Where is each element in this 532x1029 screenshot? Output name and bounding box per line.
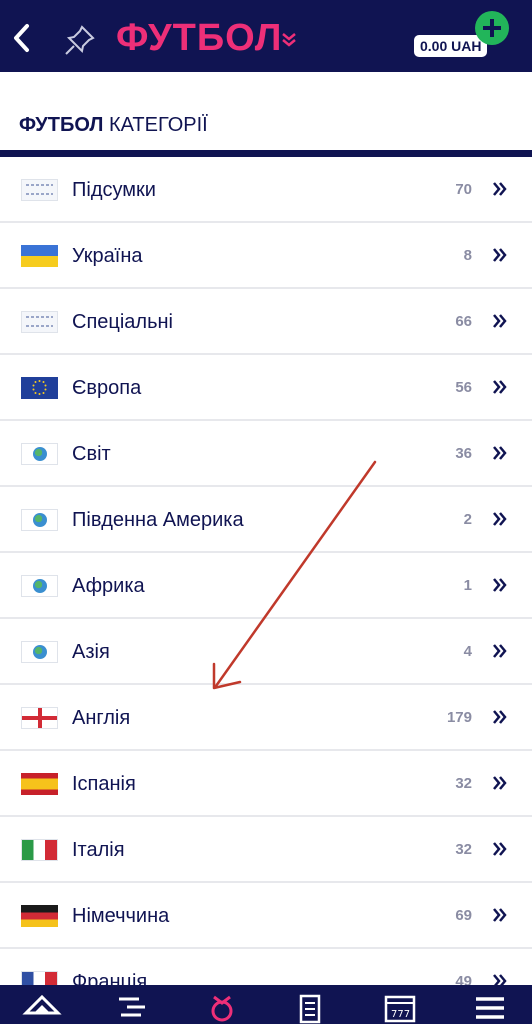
category-list[interactable]: Підсумки 70 Україна 8 Спеціальні 66 Євро… <box>0 157 532 985</box>
back-button[interactable] <box>8 18 38 58</box>
category-row[interactable]: Світ 36 <box>0 421 532 487</box>
chevron-left-icon <box>14 24 29 52</box>
nav-menu[interactable] <box>470 991 510 1024</box>
category-count: 4 <box>463 643 472 660</box>
category-count: 56 <box>455 379 472 396</box>
nav-betslip[interactable] <box>290 991 330 1024</box>
category-count: 1 <box>463 577 472 594</box>
pin-button[interactable] <box>62 22 98 58</box>
double-chevron-right-icon <box>493 446 507 460</box>
category-name: Англія <box>72 707 131 729</box>
category-name: Спеціальні <box>72 311 173 333</box>
double-chevron-right-icon <box>493 578 507 592</box>
globe-icon <box>21 641 58 663</box>
double-chevron-right-icon <box>493 314 507 328</box>
category-count: 66 <box>455 313 472 330</box>
bottom-nav: 777 <box>0 985 532 1024</box>
category-name: Азія <box>72 641 110 663</box>
eu-flag-icon <box>21 377 58 399</box>
category-row[interactable]: Азія 4 <box>0 619 532 685</box>
double-chevron-right-icon <box>493 380 507 394</box>
category-name: Італія <box>72 839 125 861</box>
globe-icon <box>21 575 58 597</box>
category-count: 36 <box>455 445 472 462</box>
ukraine-flag-icon <box>21 245 58 267</box>
double-chevron-right-icon <box>493 842 507 856</box>
category-name: Іспанія <box>72 773 136 795</box>
double-chevron-right-icon <box>493 182 507 196</box>
category-row[interactable]: Європа 56 <box>0 355 532 421</box>
category-row[interactable]: Україна 8 <box>0 223 532 289</box>
section-title-rest: КАТЕГОРІЇ <box>109 114 208 136</box>
category-count: 49 <box>455 973 472 985</box>
hamburger-menu-icon <box>476 997 504 1019</box>
category-row[interactable]: Іспанія 32 <box>0 751 532 817</box>
italy-flag-icon <box>21 839 58 861</box>
section-title-bold: ФУТБОЛ <box>19 114 104 136</box>
category-name: Підсумки <box>72 179 156 201</box>
france-flag-icon <box>21 971 58 985</box>
summary-icon <box>21 179 58 201</box>
category-row[interactable]: Англія 179 <box>0 685 532 751</box>
category-row[interactable]: Підсумки 70 <box>0 157 532 223</box>
germany-flag-icon <box>21 905 58 927</box>
category-count: 8 <box>463 247 472 264</box>
double-chevron-right-icon <box>493 710 507 724</box>
section-divider <box>0 150 532 157</box>
slot-machine-icon: 777 <box>384 995 416 1023</box>
speed-icon <box>119 997 145 1017</box>
nav-home[interactable] <box>22 991 62 1024</box>
double-chevron-right-icon <box>493 512 507 526</box>
pin-icon <box>65 25 95 55</box>
page-title[interactable]: ФУТБОЛ <box>116 13 282 63</box>
section-title: ФУТБОЛ КАТЕГОРІЇ <box>19 112 208 138</box>
summary-icon <box>21 311 58 333</box>
category-row[interactable]: Спеціальні 66 <box>0 289 532 355</box>
add-funds-button[interactable] <box>475 11 509 45</box>
category-row[interactable]: Південна Америка 2 <box>0 487 532 553</box>
double-chevron-right-icon <box>493 908 507 922</box>
title-dropdown[interactable] <box>280 32 298 48</box>
globe-icon <box>21 509 58 531</box>
receipt-icon <box>299 994 321 1024</box>
double-chevron-down-icon <box>282 33 296 47</box>
category-row[interactable]: Італія 32 <box>0 817 532 883</box>
category-name: Україна <box>72 245 143 267</box>
category-row[interactable]: Німеччина 69 <box>0 883 532 949</box>
double-chevron-right-icon <box>493 644 507 658</box>
top-bar: ФУТБОЛ 0.00 UAH <box>0 0 532 72</box>
double-chevron-right-icon <box>493 776 507 790</box>
category-row[interactable]: Африка 1 <box>0 553 532 619</box>
category-count: 70 <box>455 181 472 198</box>
category-name: Світ <box>72 443 111 465</box>
england-flag-icon <box>21 707 58 729</box>
category-count: 2 <box>463 511 472 528</box>
category-count: 179 <box>446 709 472 726</box>
double-chevron-right-icon <box>493 974 507 985</box>
category-name: Франція <box>72 971 148 985</box>
category-row[interactable]: Франція 49 <box>0 949 532 985</box>
double-chevron-right-icon <box>493 248 507 262</box>
svg-text:777: 777 <box>391 1009 410 1020</box>
nav-live[interactable] <box>202 991 242 1024</box>
section-header: ФУТБОЛ КАТЕГОРІЇ <box>0 72 532 150</box>
spain-flag-icon <box>21 773 58 795</box>
category-name: Південна Америка <box>72 509 244 531</box>
category-count: 32 <box>455 775 472 792</box>
nav-casino[interactable]: 777 <box>380 991 420 1024</box>
category-name: Європа <box>72 377 142 399</box>
nav-sports[interactable] <box>113 991 153 1024</box>
globe-icon <box>21 443 58 465</box>
category-name: Німеччина <box>72 905 170 927</box>
diamond-logo-icon <box>22 994 62 1015</box>
balance-badge[interactable]: 0.00 UAH <box>414 35 488 57</box>
category-count: 32 <box>455 841 472 858</box>
category-count: 69 <box>455 907 472 924</box>
category-name: Африка <box>72 575 145 597</box>
live-icon <box>211 995 233 1022</box>
